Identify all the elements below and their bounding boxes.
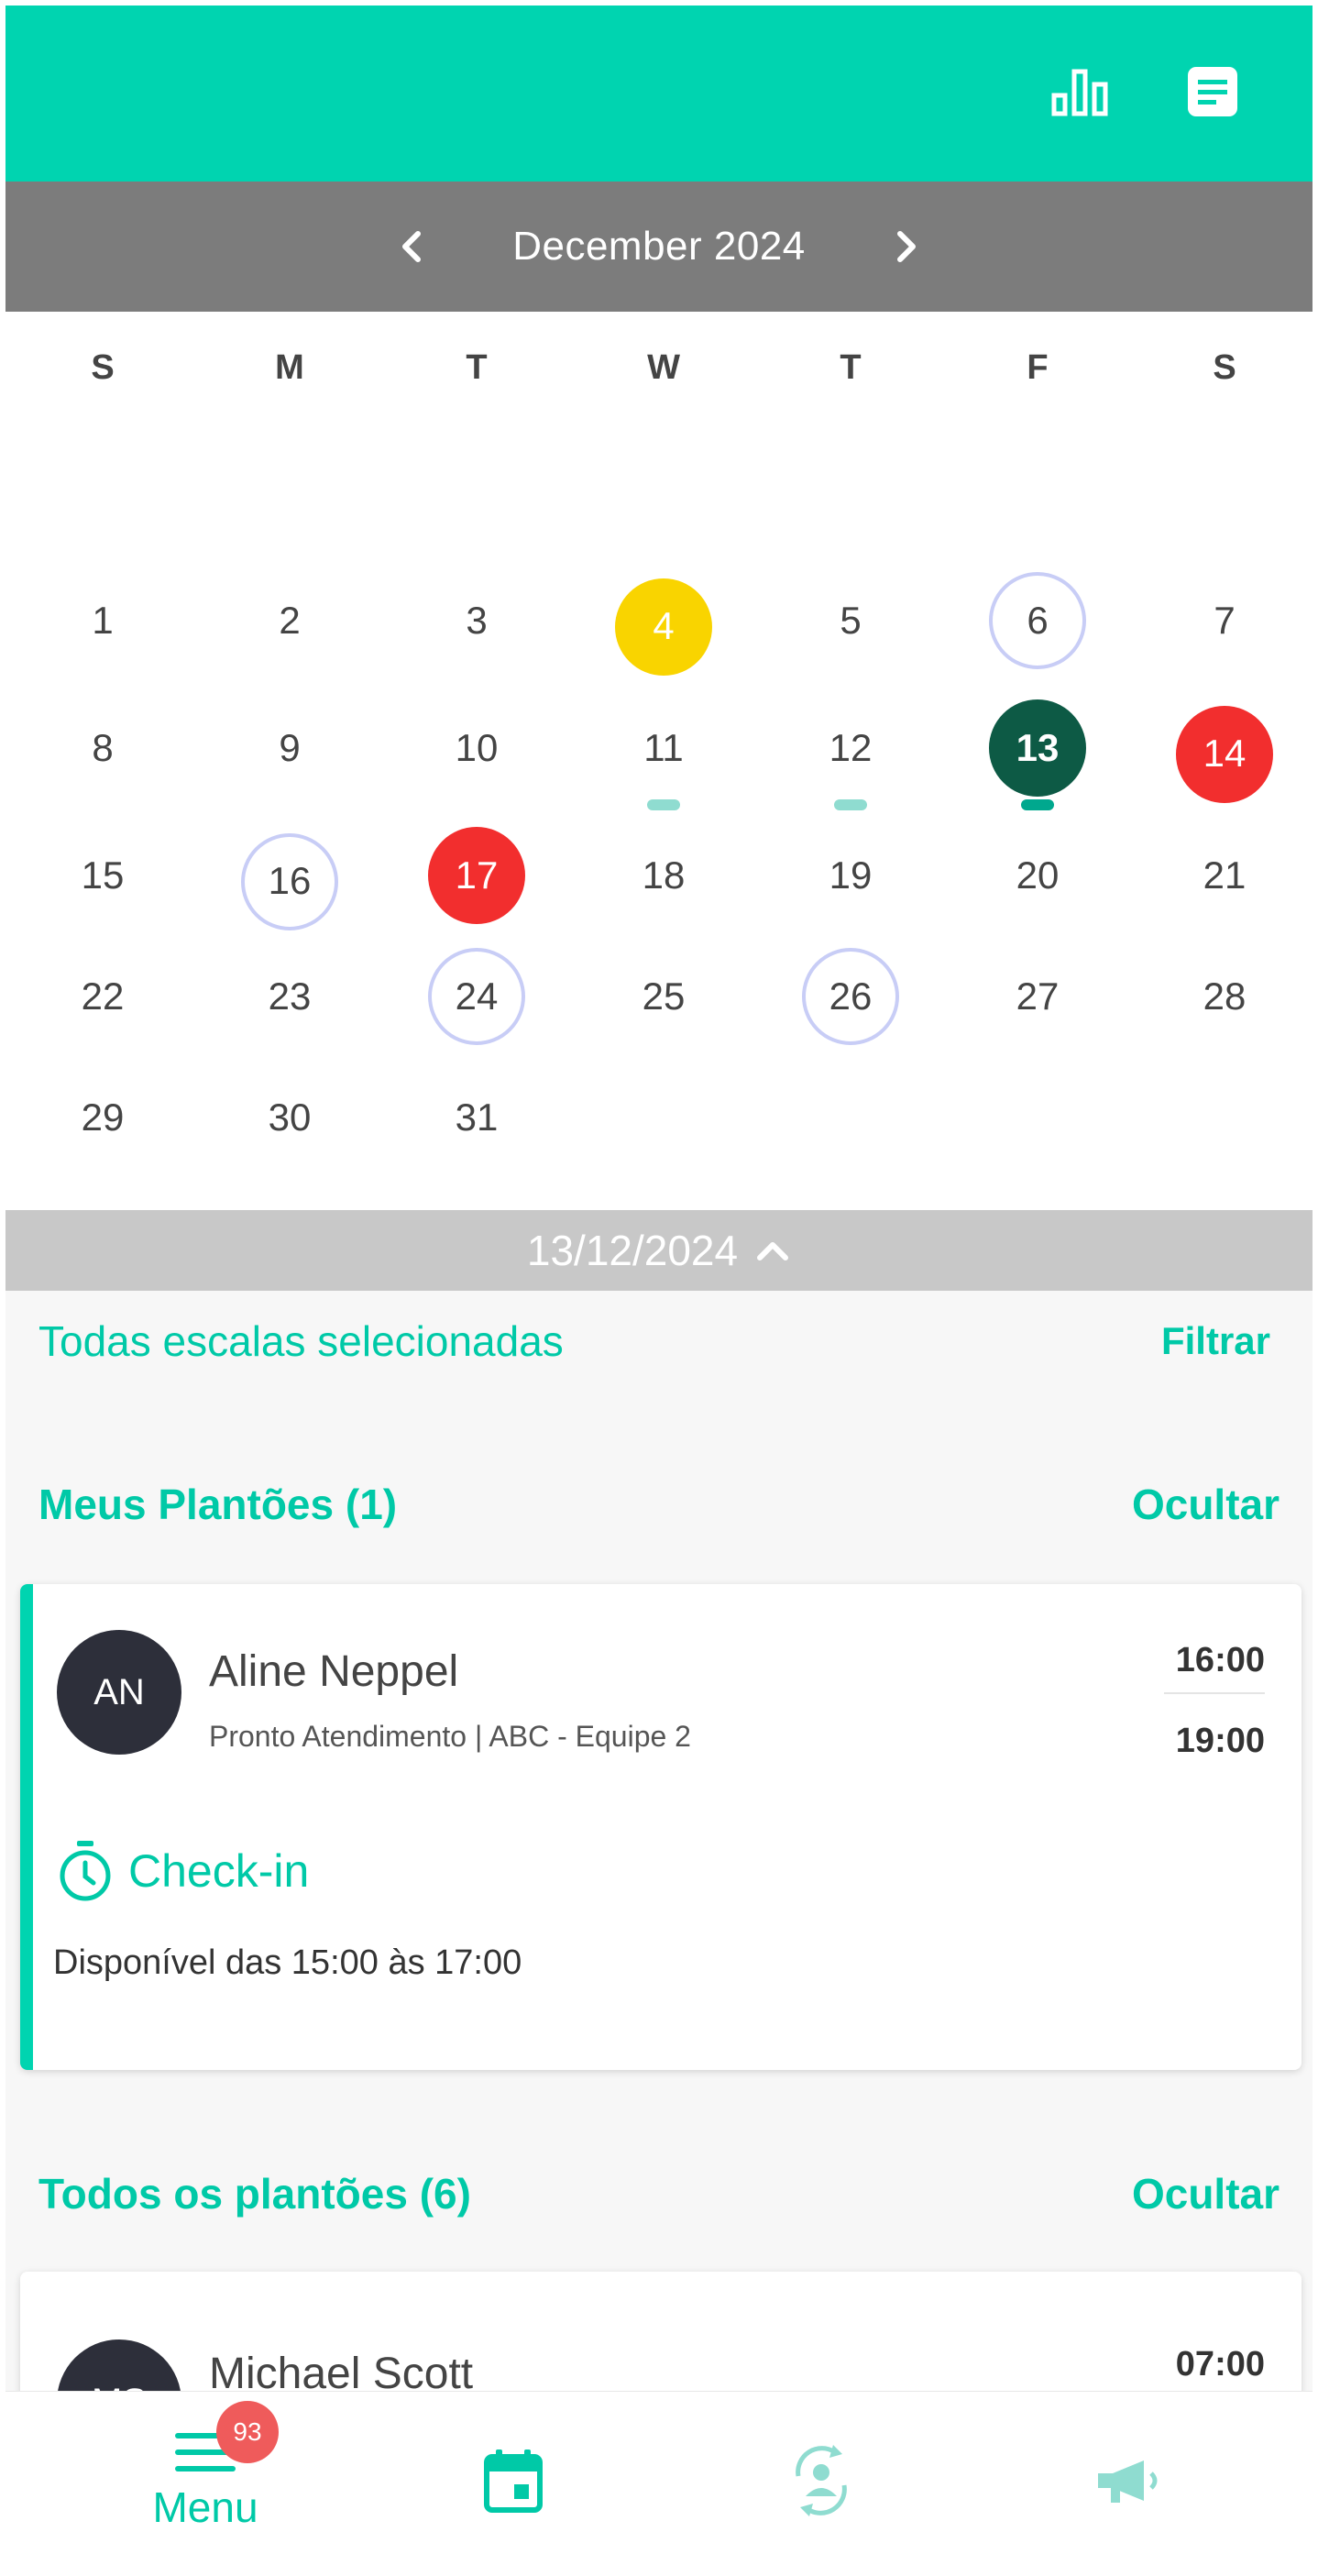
next-month-button[interactable] <box>879 219 934 274</box>
filter-button[interactable]: Filtrar <box>1161 1319 1270 1363</box>
bottom-navigation: Menu 93 <box>5 2391 1313 2569</box>
checkin-button[interactable]: Check-in <box>57 1839 309 1903</box>
nav-announcements[interactable] <box>966 2392 1292 2569</box>
calendar-day[interactable]: 22 <box>48 941 158 1051</box>
calendar-day[interactable]: 20 <box>983 820 1093 930</box>
all-shifts-header: Todos os plantões (6) Ocultar <box>38 2169 1280 2218</box>
shift-location: Pronto Atendimento | ABC - Equipe 2 <box>209 1720 691 1753</box>
bar-chart-icon[interactable] <box>1050 62 1109 121</box>
my-shifts-title: Meus Plantões (1) <box>38 1481 398 1528</box>
shift-end-time: 19:00 <box>1175 1722 1265 1760</box>
all-shifts-hide-button[interactable]: Ocultar <box>1132 2169 1280 2218</box>
weekday-label: W <box>647 348 680 387</box>
event-indicator <box>834 799 867 810</box>
calendar-day[interactable]: 9 <box>235 693 345 803</box>
calendar-day-ringed[interactable]: 24 <box>422 941 532 1051</box>
event-indicator <box>647 799 680 810</box>
weekday-label: S <box>91 348 115 387</box>
calendar-day[interactable]: 30 <box>235 1062 345 1172</box>
calendar-icon <box>484 2449 543 2513</box>
chevron-up-icon <box>757 1242 789 1260</box>
shift-start-time: 16:00 <box>1175 1641 1265 1679</box>
shift-start-time: 07:00 <box>1175 2345 1265 2383</box>
calendar-day[interactable]: 10 <box>422 693 532 803</box>
filter-summary: Todas escalas selecionadas <box>38 1317 564 1365</box>
calendar-day-ringed[interactable]: 26 <box>796 941 906 1051</box>
calendar-day[interactable]: 31 <box>422 1062 532 1172</box>
calendar-day[interactable]: 12 <box>796 693 906 803</box>
calendar-day[interactable]: 18 <box>609 820 719 930</box>
weekday-label: T <box>466 348 488 387</box>
previous-month-button[interactable] <box>384 219 439 274</box>
shift-person-name: Aline Neppel <box>209 1647 459 1696</box>
calendar-day[interactable]: 27 <box>983 941 1093 1051</box>
nav-menu[interactable]: Menu 93 <box>42 2392 368 2569</box>
notification-badge: 93 <box>216 2401 279 2463</box>
notes-icon[interactable] <box>1183 62 1242 121</box>
my-shifts-hide-button[interactable]: Ocultar <box>1132 1480 1280 1529</box>
chevron-left-icon <box>402 231 422 262</box>
app-frame: December 2024 S M T W T F S 1 2 3 4 5 6 … <box>5 6 1313 2569</box>
selected-date-label: 13/12/2024 <box>526 1227 739 1274</box>
megaphone-icon <box>1098 2460 1158 2503</box>
all-shifts-title: Todos os plantões (6) <box>38 2170 471 2218</box>
weekday-label: S <box>1213 348 1236 387</box>
calendar-grid: S M T W T F S 1 2 3 4 5 6 7 8 9 10 11 12… <box>5 312 1313 1210</box>
time-divider <box>1164 1692 1265 1694</box>
weekday-label: T <box>840 348 862 387</box>
event-indicator <box>1021 799 1054 810</box>
calendar-day[interactable]: 19 <box>796 820 906 930</box>
month-header: December 2024 <box>5 182 1313 312</box>
calendar-day-highlight-red[interactable]: 17 <box>422 820 532 930</box>
calendar-day[interactable]: 15 <box>48 820 158 930</box>
calendar-day[interactable]: 7 <box>1170 566 1280 676</box>
calendar-day[interactable]: 8 <box>48 693 158 803</box>
nav-swap[interactable] <box>658 2392 984 2569</box>
avatar: AN <box>57 1630 181 1755</box>
calendar-day-highlight-yellow[interactable]: 4 <box>609 566 719 676</box>
calendar-day[interactable]: 29 <box>48 1062 158 1172</box>
availability-text: Disponível das 15:00 às 17:00 <box>53 1943 522 1982</box>
calendar-day[interactable]: 23 <box>235 941 345 1051</box>
calendar-day[interactable]: 5 <box>796 566 906 676</box>
calendar-day[interactable]: 3 <box>422 566 532 676</box>
calendar-day-ringed[interactable]: 16 <box>235 820 345 930</box>
calendar-day[interactable]: 1 <box>48 566 158 676</box>
weekday-header: S M T W T F S <box>5 348 1313 403</box>
calendar-day[interactable]: 28 <box>1170 941 1280 1051</box>
stopwatch-icon <box>60 1841 111 1901</box>
top-bar <box>5 6 1313 182</box>
chevron-right-icon <box>896 231 916 262</box>
shift-card[interactable]: AN Aline Neppel Pronto Atendimento | ABC… <box>20 1584 1302 2070</box>
calendar-day-ringed[interactable]: 6 <box>983 566 1093 676</box>
nav-menu-label: Menu <box>152 2483 258 2531</box>
filter-row: Todas escalas selecionadas Filtrar <box>38 1316 1280 1366</box>
my-shifts-header: Meus Plantões (1) Ocultar <box>38 1480 1280 1529</box>
swap-shift-icon <box>796 2445 847 2516</box>
calendar-day-selected[interactable]: 13 <box>983 693 1093 803</box>
weekday-label: M <box>275 348 304 387</box>
calendar-day[interactable]: 2 <box>235 566 345 676</box>
nav-calendar[interactable] <box>350 2392 676 2569</box>
weekday-label: F <box>1027 348 1049 387</box>
calendar-day[interactable]: 25 <box>609 941 719 1051</box>
calendar-day[interactable]: 11 <box>609 693 719 803</box>
month-label: December 2024 <box>512 224 806 269</box>
selected-date-bar[interactable]: 13/12/2024 <box>5 1210 1313 1291</box>
checkin-label: Check-in <box>128 1845 310 1897</box>
calendar-day[interactable]: 21 <box>1170 820 1280 930</box>
calendar-day-highlight-red[interactable]: 14 <box>1170 693 1280 803</box>
